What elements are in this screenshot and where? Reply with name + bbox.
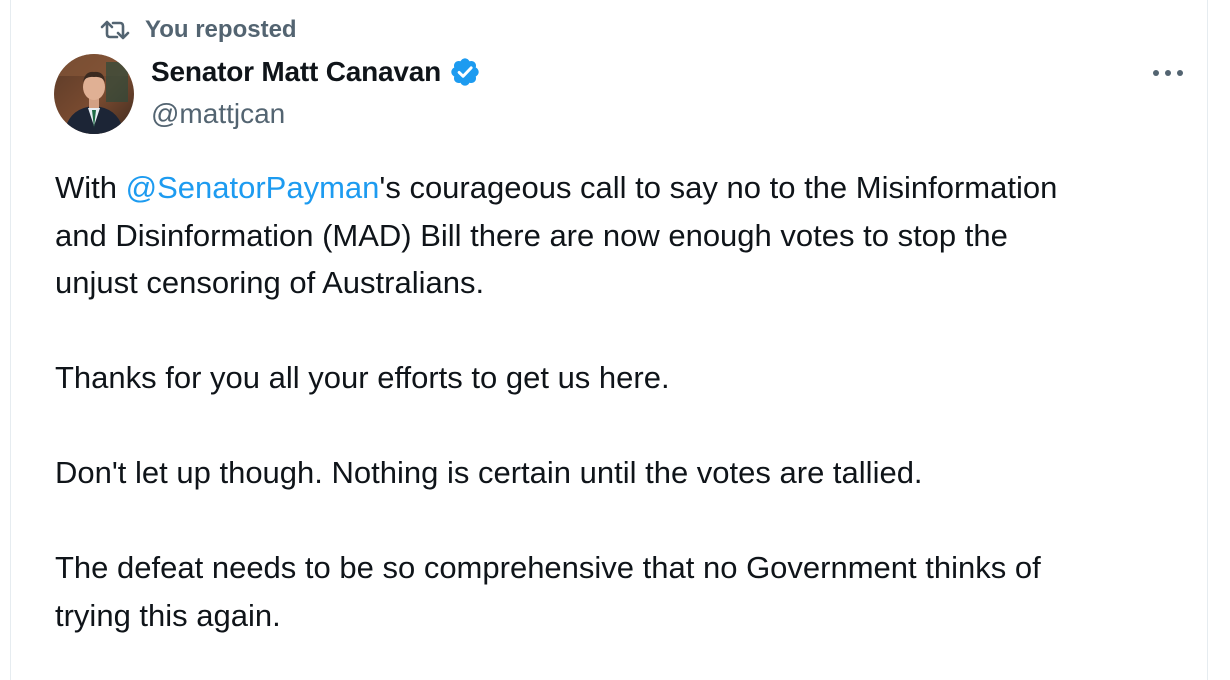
- tweet-paragraph-3: Don't let up though. Nothing is certain …: [55, 455, 923, 490]
- more-options-button[interactable]: [1143, 58, 1193, 88]
- mention-link[interactable]: @SenatorPayman: [126, 170, 380, 205]
- author-handle[interactable]: @mattjcan: [151, 98, 285, 130]
- tweet-text-span: unjust censoring of Australians.: [55, 265, 485, 300]
- tweet-paragraph-1: With @SenatorPayman's courageous call to…: [55, 164, 1215, 307]
- repost-indicator: You reposted: [99, 16, 297, 44]
- repost-label: You reposted: [145, 16, 297, 43]
- author-name-row: Senator Matt Canavan: [151, 56, 481, 88]
- display-name[interactable]: Senator Matt Canavan: [151, 56, 441, 88]
- tweet-paragraph-4: The defeat needs to be so comprehensive …: [55, 544, 1215, 639]
- verified-badge-icon: [451, 58, 479, 86]
- tweet-paragraph-2: Thanks for you all your efforts to get u…: [55, 360, 670, 395]
- tweet-text-span: and Disinformation (MAD) Bill there are …: [55, 217, 1008, 253]
- tweet-text-span: trying this again.: [55, 597, 281, 633]
- tweet-text-span: The defeat needs to be so comprehensive …: [55, 550, 1041, 585]
- avatar[interactable]: [54, 54, 134, 134]
- more-horizontal-icon: [1153, 70, 1183, 76]
- tweet-card[interactable]: You reposted Senator Matt Canavan @mattj…: [10, 0, 1208, 680]
- repost-icon: [100, 20, 130, 40]
- tweet-text-span: With: [55, 170, 126, 205]
- tweet-text-span: 's courageous call to say no to the Misi…: [379, 170, 1058, 205]
- tweet-text: With @SenatorPayman's courageous call to…: [55, 164, 1215, 639]
